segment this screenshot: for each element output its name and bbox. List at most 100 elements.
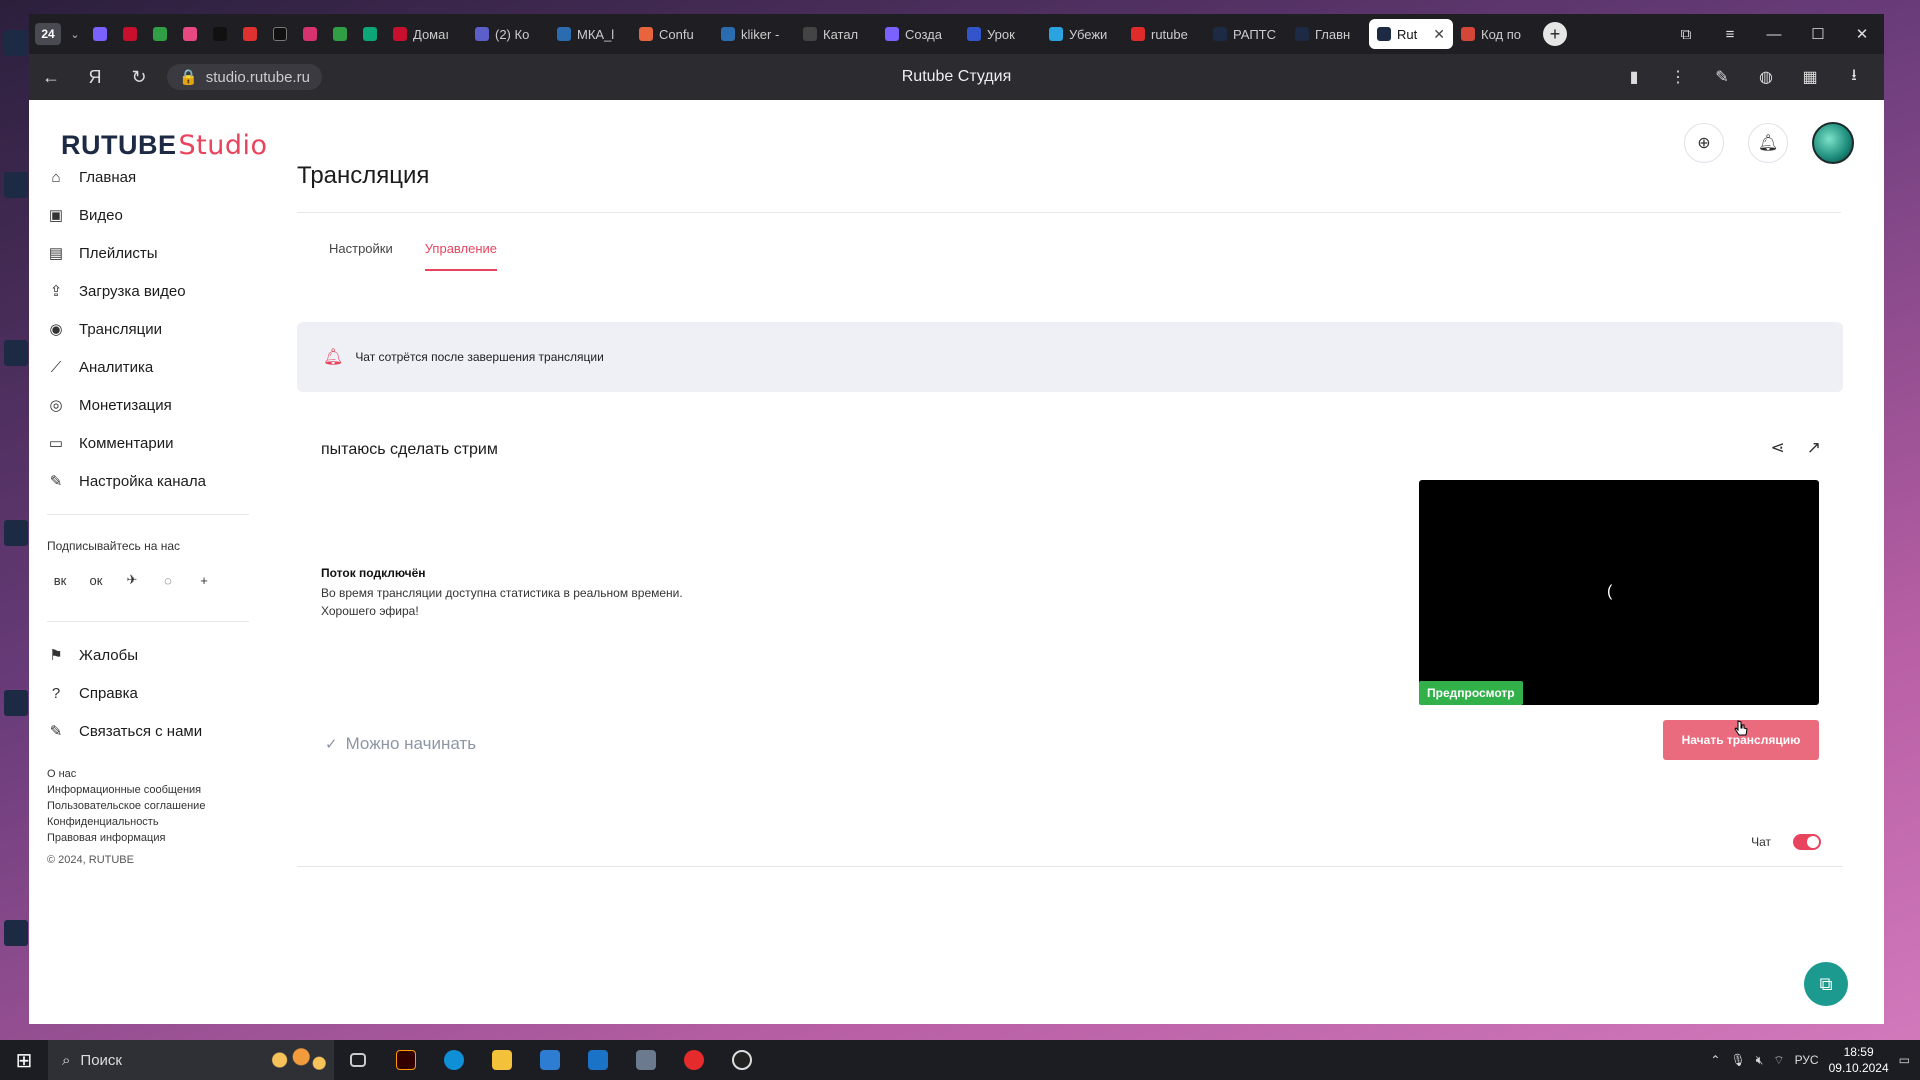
network-icon[interactable]: ⌔ bbox=[1773, 1053, 1784, 1068]
download-icon[interactable]: ⭳ bbox=[1832, 64, 1876, 91]
open-external-icon[interactable]: ↗ bbox=[1807, 438, 1821, 458]
windows-start-icon[interactable]: ⊞ bbox=[0, 1048, 48, 1073]
sidebar-item[interactable]: ▭ Комментарии bbox=[29, 424, 249, 462]
sidebar-item[interactable]: ▣ Видео bbox=[29, 196, 249, 234]
sidebar-item[interactable]: ◎ Монетизация bbox=[29, 386, 249, 424]
browser-tab[interactable]: (2) Ко bbox=[467, 19, 549, 49]
yandex-icon[interactable]: Я bbox=[73, 67, 117, 88]
pen-icon[interactable]: ✎ bbox=[1700, 67, 1744, 87]
browser-tab[interactable]: РАПТС bbox=[1205, 19, 1287, 49]
footer-link[interactable]: Конфиденциальность bbox=[47, 814, 249, 830]
browser-tab[interactable]: Катал bbox=[795, 19, 877, 49]
bookmark-icon[interactable]: ▮ bbox=[1612, 67, 1656, 87]
edge-icon[interactable] bbox=[430, 1040, 478, 1080]
more-icon[interactable]: ⋮ bbox=[1656, 67, 1700, 87]
file-explorer-icon[interactable] bbox=[478, 1040, 526, 1080]
add-content-button[interactable]: ⊕ bbox=[1684, 123, 1724, 163]
illustrator-icon[interactable] bbox=[382, 1040, 430, 1080]
back-icon[interactable]: ← bbox=[29, 67, 73, 88]
chevron-down-icon[interactable]: ⌄ bbox=[65, 28, 85, 41]
microphone-icon[interactable]: 🎙︎ bbox=[1730, 1053, 1745, 1067]
pinned-tab[interactable] bbox=[265, 21, 295, 47]
browser-tab[interactable]: Rut ✕ bbox=[1369, 19, 1453, 49]
footer-link[interactable]: Информационные сообщения bbox=[47, 782, 249, 798]
mail-icon[interactable] bbox=[574, 1040, 622, 1080]
sidebar-item[interactable]: ⇪ Загрузка видео bbox=[29, 272, 249, 310]
social-link-icon[interactable]: ✈ bbox=[119, 567, 145, 593]
task-view-icon[interactable] bbox=[334, 1040, 382, 1080]
browser-tab[interactable]: Код по bbox=[1453, 19, 1535, 49]
browser-tab[interactable]: Убежи bbox=[1041, 19, 1123, 49]
sidebar-item[interactable]: ✎ Связаться с нами bbox=[29, 712, 249, 750]
globe-icon[interactable]: ◍ bbox=[1744, 67, 1788, 87]
minimize-button[interactable]: — bbox=[1752, 26, 1796, 43]
pinned-tab[interactable] bbox=[355, 21, 385, 47]
pinned-tab[interactable] bbox=[325, 21, 355, 47]
tab-management[interactable]: Управление bbox=[424, 226, 498, 271]
sidebar-item[interactable]: ⚑ Жалобы bbox=[29, 636, 249, 674]
language-indicator[interactable]: РУС bbox=[1795, 1053, 1819, 1067]
store-icon[interactable] bbox=[526, 1040, 574, 1080]
browser-tab[interactable]: МКА_l bbox=[549, 19, 631, 49]
new-tab-button[interactable]: + bbox=[1543, 22, 1567, 46]
pinned-tab[interactable] bbox=[295, 21, 325, 47]
tab-settings[interactable]: Настройки bbox=[329, 226, 393, 271]
chat-toggle[interactable] bbox=[1793, 834, 1821, 850]
sidebar-item[interactable]: ▤ Плейлисты bbox=[29, 234, 249, 272]
notifications-button[interactable]: 🔔︎ bbox=[1748, 123, 1788, 163]
speaker-muted-icon[interactable]: 🔇︎ bbox=[1756, 1053, 1764, 1068]
rutube-studio-logo[interactable]: RUTUBEStudio bbox=[61, 130, 268, 161]
sidebar-item[interactable]: ⟋ Аналитика bbox=[29, 348, 249, 386]
footer-link[interactable]: Правовая информация bbox=[47, 830, 249, 846]
pinned-tab[interactable] bbox=[145, 21, 175, 47]
yandex-browser-icon[interactable] bbox=[670, 1040, 718, 1080]
obs-icon[interactable] bbox=[718, 1040, 766, 1080]
sidebar-item[interactable]: ? Справка bbox=[29, 674, 249, 712]
social-link-icon[interactable]: + bbox=[191, 567, 217, 593]
sidebar-item[interactable]: ◉ Трансляции bbox=[29, 310, 249, 348]
browser-tab[interactable]: Confu bbox=[631, 19, 713, 49]
pinned-tab[interactable] bbox=[235, 21, 265, 47]
pinned-tab[interactable] bbox=[115, 21, 145, 47]
desktop-icon[interactable] bbox=[4, 690, 28, 716]
reload-icon[interactable]: ↻ bbox=[117, 67, 161, 88]
stream-preview[interactable]: ( Предпросмотр bbox=[1419, 480, 1819, 705]
calculator-icon[interactable] bbox=[622, 1040, 670, 1080]
sidebar-item[interactable]: ✎ Настройка канала bbox=[29, 462, 249, 500]
browser-tab[interactable]: Созда bbox=[877, 19, 959, 49]
desktop-icon[interactable] bbox=[4, 520, 28, 546]
support-chat-button[interactable]: ⧉ bbox=[1804, 962, 1848, 1006]
browser-tab[interactable]: Главн bbox=[1287, 19, 1369, 49]
footer-link[interactable]: Пользовательское соглашение bbox=[47, 798, 249, 814]
url-field[interactable]: 🔒 studio.rutube.ru bbox=[167, 64, 322, 90]
pinned-tab[interactable] bbox=[205, 21, 235, 47]
close-button[interactable]: ✕ bbox=[1840, 25, 1884, 43]
social-link-icon[interactable]: ◌ bbox=[155, 567, 181, 593]
desktop-icon[interactable] bbox=[4, 30, 28, 56]
desktop-icon[interactable] bbox=[4, 920, 28, 946]
browser-tab[interactable]: rutube bbox=[1123, 19, 1205, 49]
browser-tab[interactable]: Домаı bbox=[385, 19, 467, 49]
extensions-icon[interactable]: ▦ bbox=[1788, 67, 1832, 87]
social-link-icon[interactable]: ок bbox=[83, 567, 109, 593]
browser-tab[interactable]: kliker - bbox=[713, 19, 795, 49]
chevron-up-icon[interactable]: ⌃ bbox=[1710, 1053, 1720, 1067]
tab-counter[interactable]: 24 bbox=[35, 23, 61, 45]
browser-tab[interactable]: Урок bbox=[959, 19, 1041, 49]
maximize-button[interactable]: ☐ bbox=[1796, 25, 1840, 43]
collections-icon[interactable]: ⧉ bbox=[1664, 26, 1708, 43]
sidebar-item[interactable]: ⌂ Главная bbox=[29, 158, 249, 196]
share-icon[interactable]: ⋖ bbox=[1771, 438, 1785, 458]
clock[interactable]: 18:59 09.10.2024 bbox=[1829, 1044, 1889, 1076]
social-link-icon[interactable]: вк bbox=[47, 567, 73, 593]
desktop-icon[interactable] bbox=[4, 340, 28, 366]
desktop-icon[interactable] bbox=[4, 172, 28, 198]
close-tab-icon[interactable]: ✕ bbox=[1433, 26, 1445, 43]
menu-icon[interactable]: ≡ bbox=[1708, 26, 1752, 43]
footer-link[interactable]: О нас bbox=[47, 766, 249, 782]
avatar[interactable] bbox=[1812, 122, 1854, 164]
pinned-tab[interactable] bbox=[175, 21, 205, 47]
pinned-tab[interactable] bbox=[85, 21, 115, 47]
notifications-icon[interactable]: ▭ bbox=[1899, 1053, 1910, 1067]
taskbar-search[interactable]: ⌕ Поиск bbox=[48, 1040, 334, 1080]
